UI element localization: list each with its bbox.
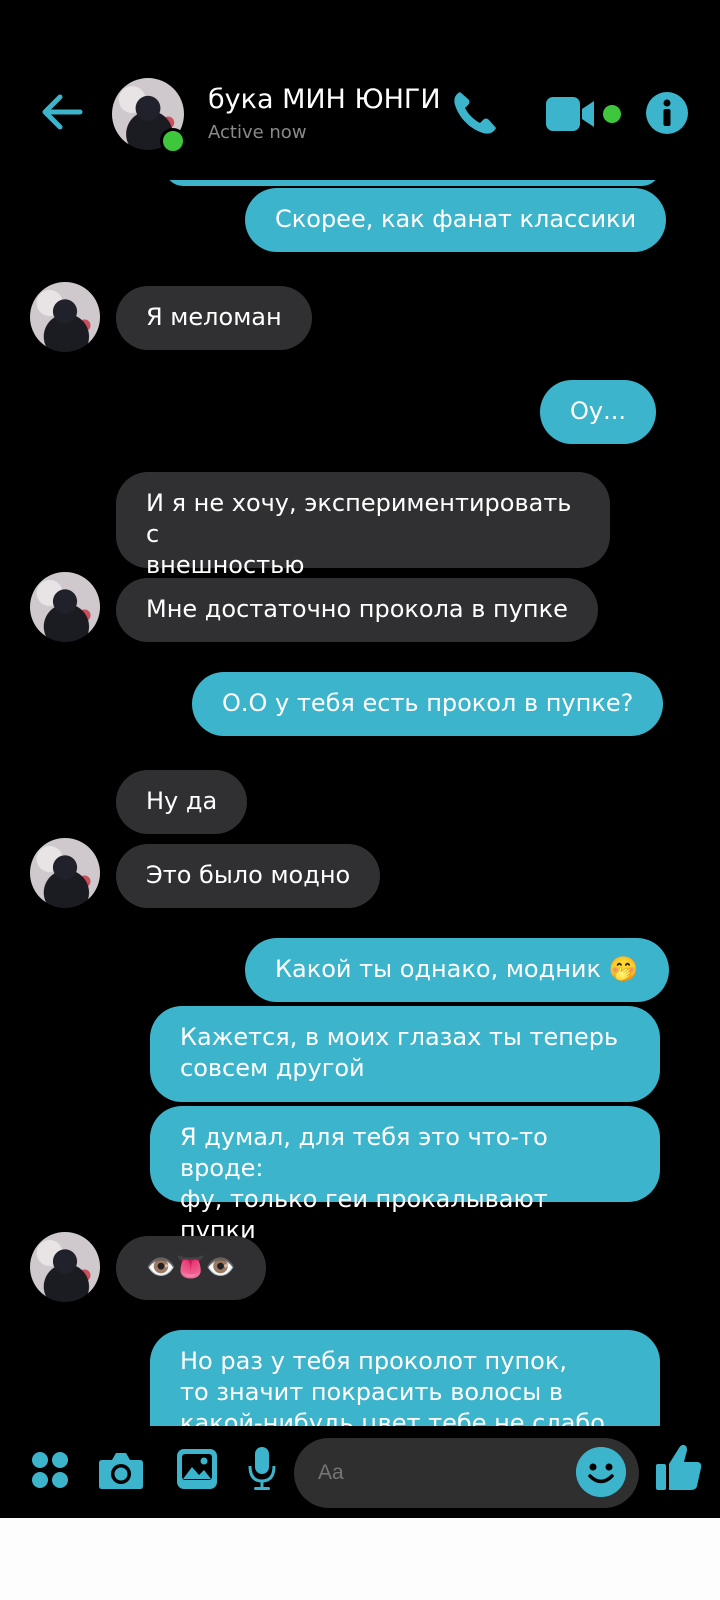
contact-name[interactable]: бука МИН ЮНГИ — [208, 84, 441, 115]
message-incoming[interactable]: Мне достаточно прокола в пупке — [116, 578, 598, 642]
message-incoming[interactable]: Я меломан — [116, 286, 312, 350]
sender-avatar[interactable] — [30, 572, 100, 642]
message-outgoing[interactable]: Кажется, в моих глазах ты теперь совсем … — [150, 1006, 660, 1102]
camera-icon[interactable] — [98, 1450, 144, 1490]
online-status-dot — [160, 128, 186, 154]
message-outgoing[interactable]: Скорее, как фанат классики — [245, 188, 667, 252]
contact-status: Active now — [208, 122, 307, 143]
message-incoming[interactable]: Ну да — [116, 770, 248, 834]
info-icon[interactable] — [645, 91, 689, 135]
message-input-container[interactable] — [294, 1438, 639, 1508]
sender-avatar[interactable] — [30, 838, 100, 908]
chat-screen: бука МИН ЮНГИ Active now Скорее, как фан… — [0, 0, 720, 1518]
message-outgoing[interactable]: Оу... — [540, 380, 656, 444]
apps-grid-icon[interactable] — [30, 1450, 70, 1490]
phone-icon[interactable] — [450, 88, 500, 138]
message-outgoing[interactable]: О.О у тебя есть прокол в пупке? — [192, 672, 664, 736]
message-incoming[interactable]: 👁️👅👁️ — [116, 1236, 266, 1300]
video-call-icon[interactable] — [546, 94, 626, 134]
message-outgoing[interactable]: Я думал, для тебя это что-то вроде: фу, … — [150, 1106, 660, 1244]
message-outgoing[interactable]: Какой ты однако, модник 🤭 — [245, 938, 669, 1002]
emoji-icon[interactable] — [576, 1447, 626, 1497]
microphone-icon[interactable] — [247, 1446, 277, 1492]
thumbs-up-icon[interactable] — [654, 1442, 704, 1492]
message-composer — [0, 1426, 720, 1518]
message-incoming[interactable]: И я не хочу, экспериментировать с внешно… — [116, 472, 610, 579]
message-incoming[interactable]: Это было модно — [116, 844, 381, 908]
message-input[interactable] — [316, 1460, 591, 1486]
sender-avatar[interactable] — [30, 1232, 100, 1302]
back-arrow-icon[interactable] — [38, 88, 86, 136]
gallery-icon[interactable] — [176, 1448, 218, 1490]
sender-avatar[interactable] — [30, 282, 100, 352]
chat-header: бука МИН ЮНГИ Active now — [0, 0, 720, 180]
